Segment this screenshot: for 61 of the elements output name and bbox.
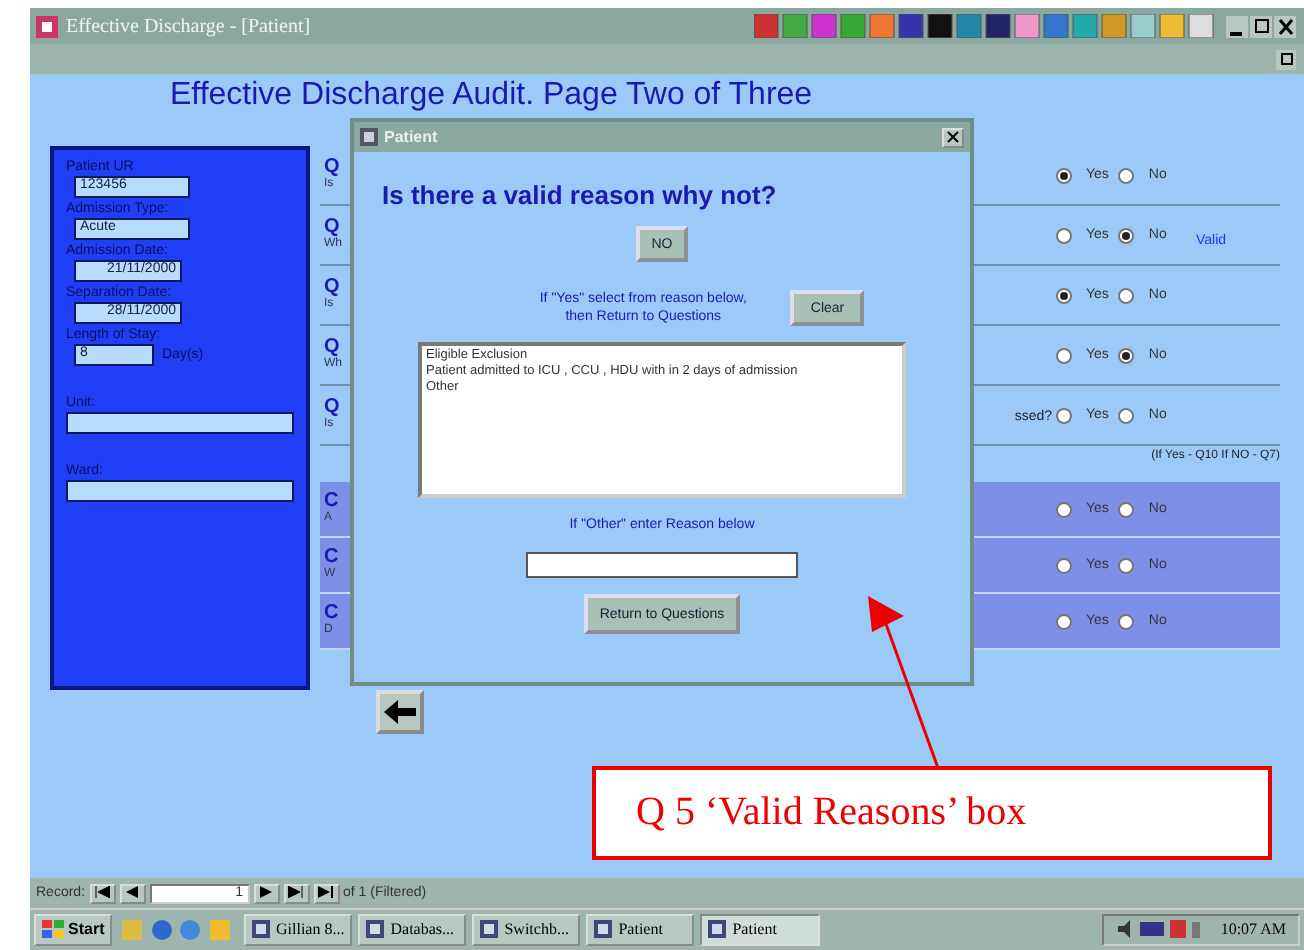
radio-button[interactable]	[1056, 613, 1072, 629]
radio-button[interactable]	[1118, 167, 1135, 183]
radio-button[interactable]	[1118, 613, 1135, 629]
close-button[interactable]	[942, 127, 964, 147]
taskbar-button[interactable]: Switchb...	[472, 913, 581, 945]
radio-button[interactable]	[1118, 407, 1135, 423]
taskbar-button[interactable]: Databas...	[358, 913, 467, 945]
start-button[interactable]: Start	[34, 913, 113, 945]
window-icon	[594, 920, 613, 938]
radio-button[interactable]	[1118, 501, 1135, 517]
radio-button[interactable]	[1118, 227, 1135, 243]
radio-button[interactable]	[1056, 501, 1072, 517]
radio-button[interactable]	[1056, 287, 1072, 303]
radio-button[interactable]	[1056, 407, 1072, 423]
question-number: C	[324, 604, 339, 624]
toolbar-icons-drawing[interactable]	[754, 14, 1218, 38]
previous-record-button[interactable]	[119, 883, 146, 903]
input-field[interactable]	[526, 552, 798, 578]
radio-button[interactable]	[1056, 227, 1072, 243]
input-field[interactable]	[66, 480, 294, 502]
last-record-button[interactable]	[283, 883, 310, 903]
form-heading: Effective Discharge Audit. Page Two of Three	[168, 76, 815, 116]
radio-button[interactable]	[1056, 347, 1072, 363]
triangle-right-icon	[260, 885, 273, 897]
tray-icons-drawing[interactable]	[1116, 918, 1205, 940]
window-title: Effective Discharge - [Patient]	[66, 15, 313, 37]
question-number: Q	[324, 338, 340, 358]
new-record-button[interactable]	[313, 883, 340, 903]
window-icon	[480, 920, 499, 938]
back-button[interactable]	[376, 690, 424, 734]
window-icon	[366, 920, 385, 938]
taskbar-button[interactable]: Patient	[586, 913, 695, 945]
radio-button[interactable]	[1118, 557, 1135, 573]
question-number: Q	[324, 218, 340, 238]
app-icon	[360, 128, 378, 146]
dialog-title: Patient	[384, 128, 440, 146]
annotation-text: Q 5 ‘Valid Reasons’ box	[636, 790, 1027, 836]
app-icon	[36, 15, 58, 37]
window-controls-icon[interactable]	[1226, 15, 1298, 37]
taskbar-button[interactable]: Patient	[700, 913, 821, 945]
flag-icon	[42, 919, 64, 939]
radio-button[interactable]	[1118, 287, 1135, 303]
first-record-button[interactable]	[89, 883, 116, 903]
question-number: Q	[324, 398, 340, 418]
question-number: Q	[324, 278, 340, 298]
restore-icon[interactable]	[1276, 49, 1296, 69]
question-number: Q	[324, 158, 340, 178]
clock: 10:07 AM	[1220, 920, 1286, 938]
window-icon	[252, 920, 271, 938]
radio-button[interactable]	[1056, 167, 1072, 183]
radio-button[interactable]	[1118, 347, 1135, 363]
arrow-left-icon	[384, 700, 416, 724]
question-number: C	[324, 492, 339, 512]
next-record-button[interactable]	[253, 883, 280, 903]
question-number: C	[324, 548, 339, 568]
window-icon	[708, 920, 727, 938]
triangle-left-icon	[126, 885, 139, 897]
input-field[interactable]	[66, 412, 294, 434]
taskbar-button[interactable]: Gillian 8...	[244, 913, 353, 945]
dialog-question: Is there a valid reason why not?	[382, 180, 777, 210]
radio-button[interactable]	[1056, 557, 1072, 573]
